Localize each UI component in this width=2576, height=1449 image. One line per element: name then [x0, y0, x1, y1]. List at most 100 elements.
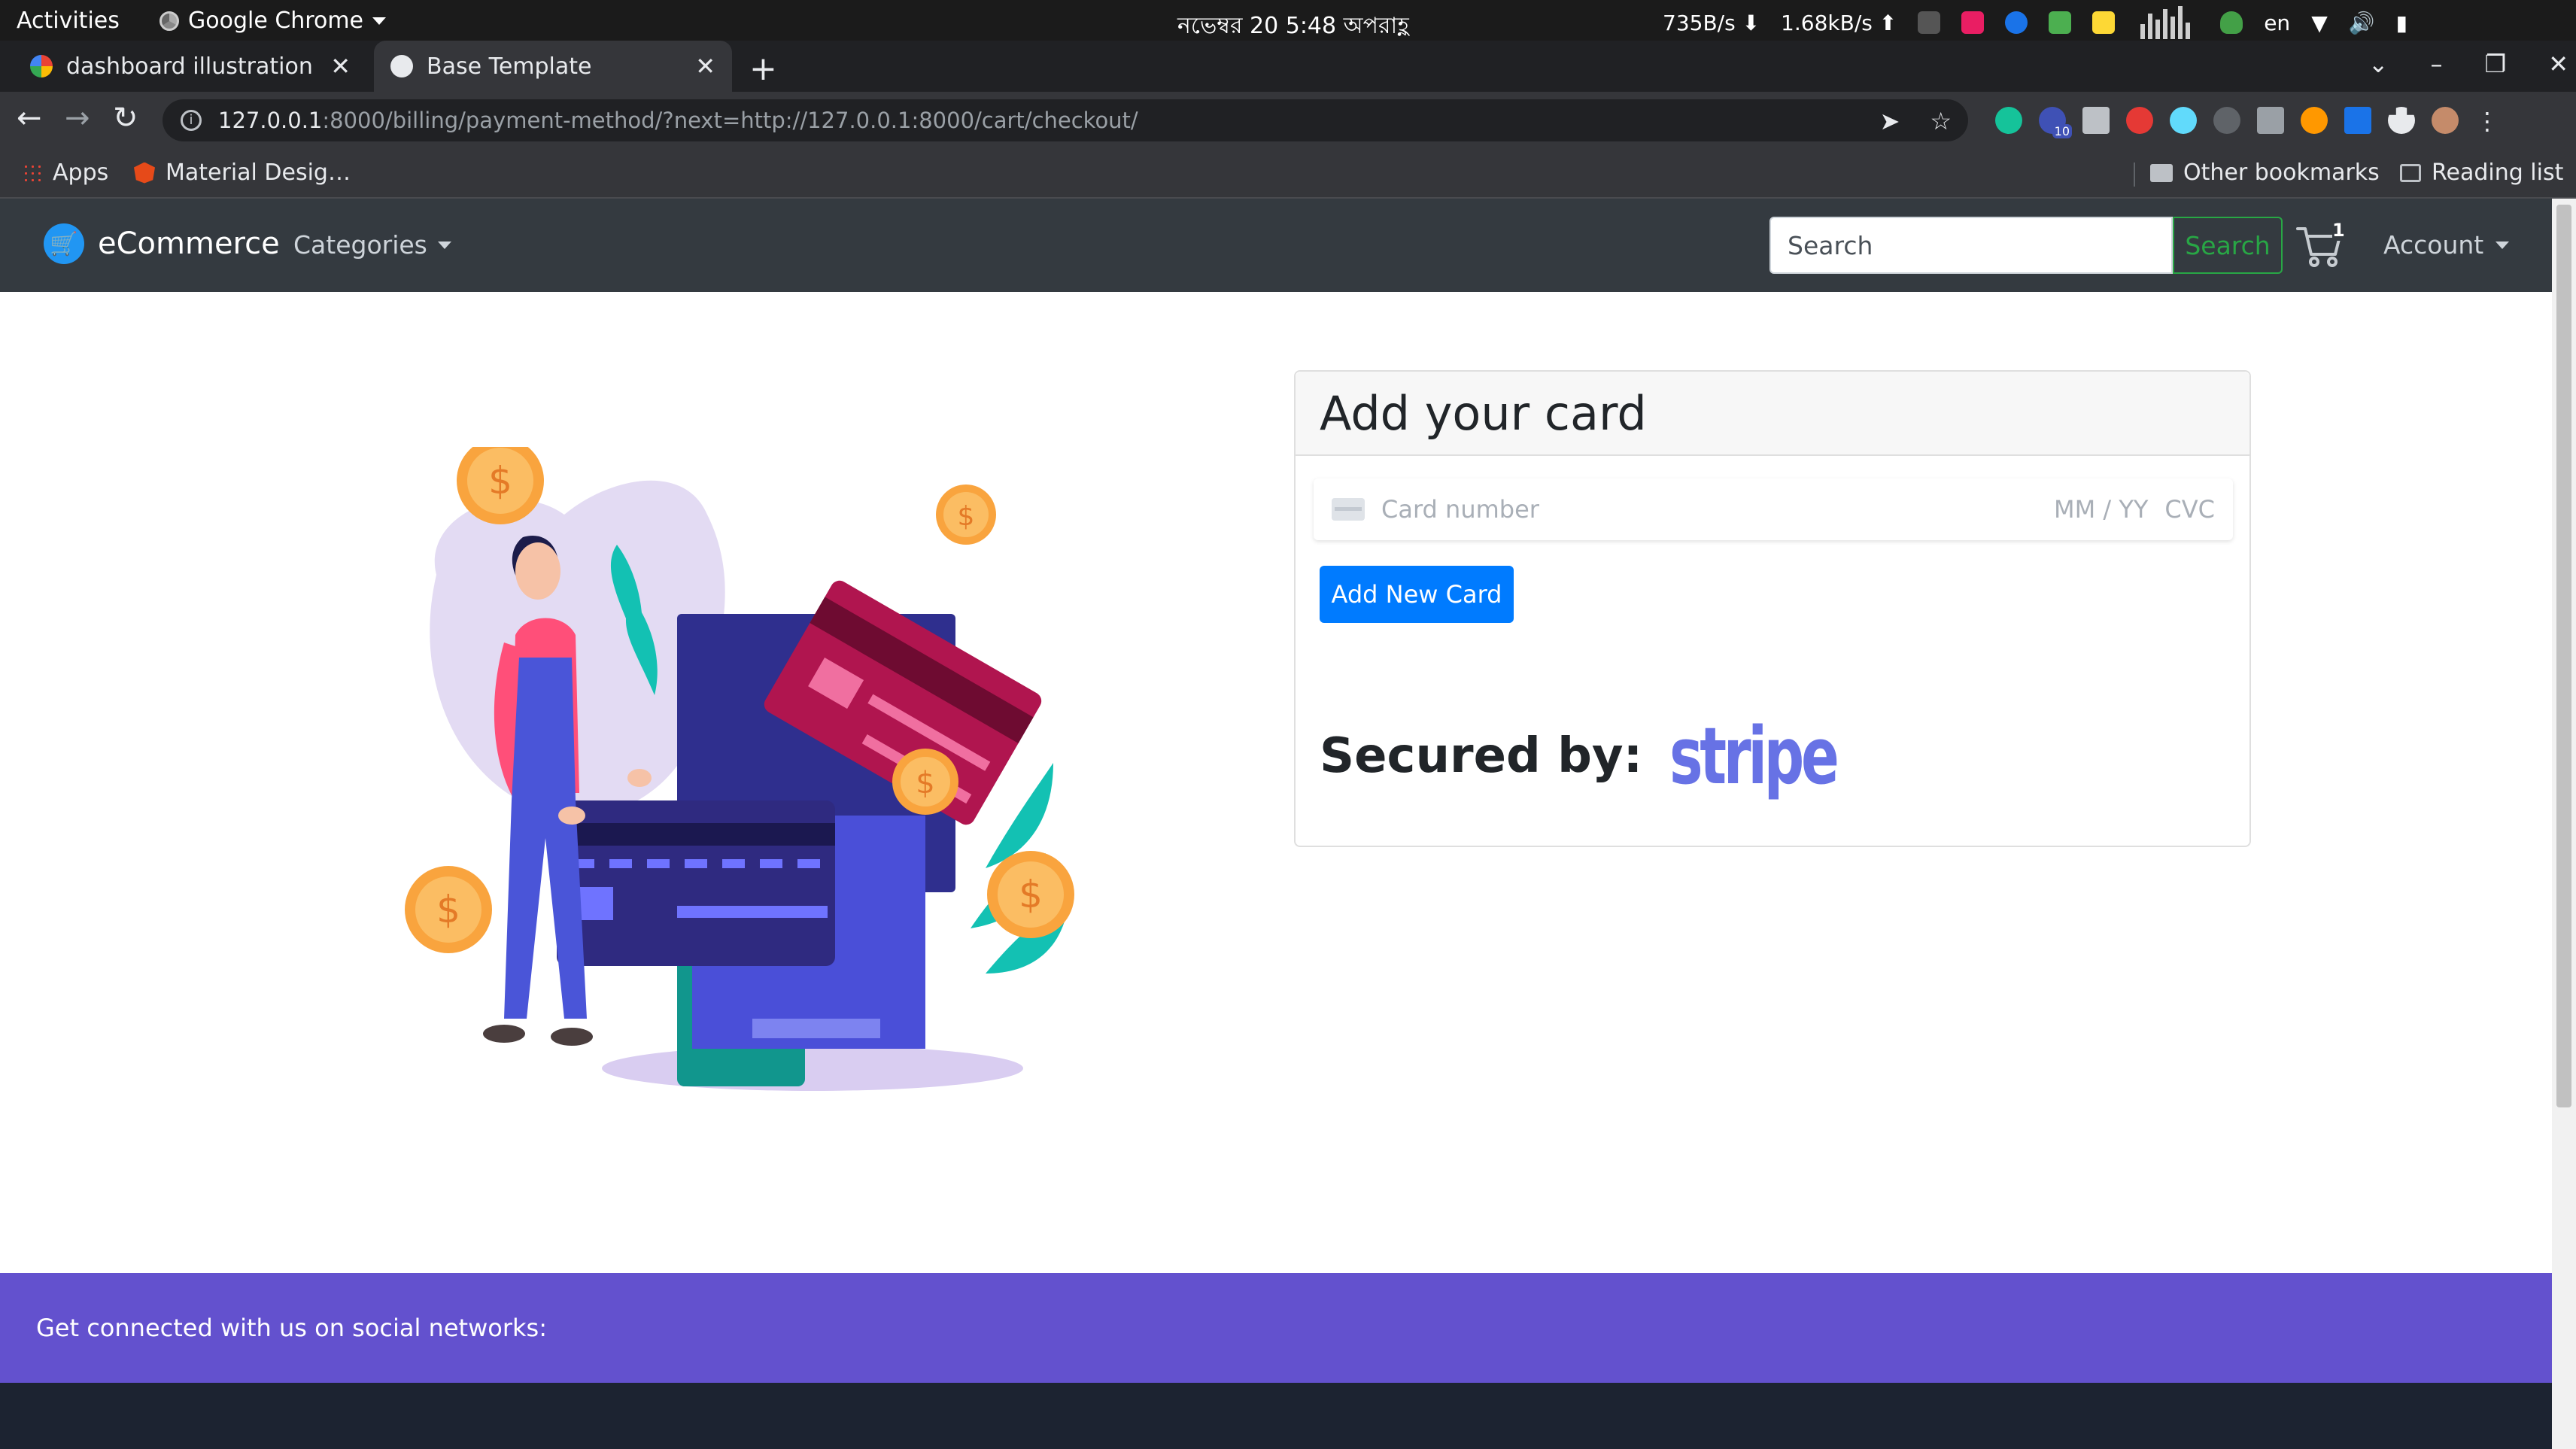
volume-icon[interactable]: 🔊 — [2349, 11, 2375, 35]
adblock-icon[interactable] — [2126, 107, 2153, 134]
puzzle-icon[interactable] — [2388, 107, 2415, 134]
react-devtools-icon[interactable] — [2170, 107, 2197, 134]
chevron-down-icon — [2496, 241, 2510, 249]
wifi-icon[interactable]: ▼ — [2311, 11, 2328, 35]
menu-kebab-icon[interactable]: ⋮ — [2475, 107, 2499, 135]
reading-list-icon — [2400, 163, 2421, 182]
new-tab-button[interactable]: + — [749, 50, 777, 88]
apps-grid-icon — [23, 163, 42, 183]
address-bar[interactable]: i 127.0.0.1:8000/billing/payment-method/… — [163, 99, 1968, 141]
folder-icon — [2150, 163, 2173, 182]
maximize-icon[interactable]: ❐ — [2485, 50, 2507, 78]
bookmark-star-icon[interactable]: ☆ — [1930, 107, 1952, 135]
card-element-input[interactable]: Card number MM / YY CVC — [1314, 478, 2233, 540]
extensions-area: 10 ⋮ — [1995, 107, 2499, 138]
account-dropdown[interactable]: Account — [2383, 230, 2510, 260]
bookmark-material-design[interactable]: Material Desig… — [134, 159, 351, 186]
card-number-field[interactable]: Card number — [1381, 495, 2054, 524]
omnibox-actions: ➤ ☆ — [1880, 107, 1952, 135]
close-icon[interactable]: ✕ — [330, 52, 351, 80]
add-card-panel: Add your card Card number MM / YY CVC Ad… — [1294, 370, 2251, 847]
bookmark-other[interactable]: Other bookmarks — [2150, 159, 2380, 186]
footer-main — [0, 1383, 2552, 1449]
net-down-speed: 735B/s ⬇ — [1663, 10, 1760, 35]
battery-icon[interactable]: ▮ — [2396, 11, 2407, 35]
card-panel-header: Add your card — [1296, 372, 2249, 456]
extension-badge-count: 10 — [2052, 124, 2072, 138]
footer-social-text: Get connected with us on social networks… — [36, 1314, 547, 1342]
account-label: Account — [2383, 230, 2484, 260]
brand-link[interactable]: 🛒 eCommerce — [44, 223, 280, 264]
extension-badge-icon[interactable]: 10 — [2039, 107, 2072, 138]
tray-app-icon[interactable] — [1918, 11, 1941, 34]
svg-text:$: $ — [436, 888, 460, 931]
system-top-bar: Activities Google Chrome নভেম্বর 20 5:48… — [0, 0, 2576, 41]
language-indicator[interactable]: en — [2264, 11, 2290, 35]
close-window-icon[interactable]: ✕ — [2548, 50, 2568, 78]
tray-app-icon-2[interactable] — [2049, 11, 2072, 34]
tab-title: dashboard illustration - Go — [66, 53, 317, 80]
site-info-icon[interactable]: i — [181, 110, 202, 131]
wordpress-icon[interactable] — [2213, 107, 2240, 134]
footer-social-bar: Get connected with us on social networks… — [0, 1273, 2552, 1383]
teamviewer-icon[interactable] — [2005, 11, 2028, 34]
svg-text:$: $ — [488, 459, 512, 503]
museum-icon[interactable] — [2082, 107, 2110, 134]
cart-link[interactable]: 1 — [2295, 220, 2355, 272]
system-tray: 735B/s ⬇ 1.68kB/s ⬆ en ▼ 🔊 ▮ — [1663, 6, 2407, 39]
categories-dropdown[interactable]: Categories — [293, 230, 451, 260]
web-page: 🛒 eCommerce Categories Search 1 Account — [0, 199, 2552, 1449]
search-input[interactable] — [1769, 217, 2173, 274]
page-title: Add your card — [1320, 385, 1647, 441]
card-cvc-field[interactable]: CVC — [2164, 495, 2215, 524]
site-navbar: 🛒 eCommerce Categories Search 1 Account — [0, 199, 2552, 292]
minimize-icon[interactable]: – — [2431, 50, 2443, 78]
url-path: :8000/billing/payment-method/?next=http:… — [322, 108, 1138, 133]
screenshot-icon[interactable] — [2257, 107, 2284, 134]
svg-text:$: $ — [916, 766, 934, 800]
search-button[interactable]: Search — [2173, 217, 2283, 274]
google-icon — [30, 55, 53, 77]
close-icon[interactable]: ✕ — [695, 52, 715, 80]
shield-icon[interactable] — [2220, 11, 2243, 34]
sticky-notes-icon[interactable] — [2092, 11, 2116, 34]
chevron-down-icon — [372, 17, 386, 25]
material-design-icon — [134, 162, 155, 184]
browser-toolbar: ← → ↻ i 127.0.0.1:8000/billing/payment-m… — [0, 92, 2576, 149]
app-menu[interactable]: Google Chrome — [159, 8, 386, 34]
scrollbar-thumb[interactable] — [2556, 205, 2571, 1107]
chrome-icon — [159, 11, 179, 31]
tab-base-template[interactable]: Base Template ✕ — [374, 41, 732, 92]
reading-list[interactable]: Reading list — [2400, 159, 2563, 186]
system-monitor-graph[interactable] — [2136, 6, 2200, 39]
secured-by-label: Secured by: — [1320, 728, 1643, 784]
translate-icon[interactable] — [2344, 107, 2371, 134]
brand-name: eCommerce — [98, 226, 280, 261]
card-expiry-field[interactable]: MM / YY — [2054, 495, 2148, 524]
jetbrains-icon[interactable] — [1961, 11, 1985, 34]
bookmark-label: Other bookmarks — [2183, 159, 2380, 186]
chevron-down-icon — [437, 241, 451, 249]
window-controls: ⌄ – ❐ ✕ — [2368, 50, 2568, 78]
back-arrow-icon[interactable]: ← — [17, 101, 42, 135]
tab-dashboard-illustration[interactable]: dashboard illustration - Go ✕ — [14, 41, 367, 92]
shopping-cart-logo-icon: 🛒 — [44, 223, 84, 264]
extension-orange-icon[interactable] — [2301, 107, 2328, 134]
activities-button[interactable]: Activities — [17, 8, 120, 34]
bookmarks-divider — [2134, 163, 2135, 187]
tab-search-icon[interactable]: ⌄ — [2368, 50, 2389, 78]
tab-strip: dashboard illustration - Go ✕ Base Templ… — [0, 41, 2576, 92]
add-new-card-button[interactable]: Add New Card — [1320, 566, 1514, 623]
send-to-device-icon[interactable]: ➤ — [1880, 107, 1900, 135]
svg-text:$: $ — [1019, 873, 1043, 916]
reload-icon[interactable]: ↻ — [113, 101, 138, 135]
profile-avatar[interactable] — [2432, 107, 2459, 134]
bookmark-label: Material Desig… — [166, 159, 351, 186]
secured-by-row: Secured by: stripe — [1320, 710, 1901, 802]
page-scrollbar[interactable] — [2552, 199, 2576, 1449]
forward-arrow-icon[interactable]: → — [65, 101, 90, 135]
bookmark-apps[interactable]: Apps — [23, 159, 108, 186]
bookmarks-bar: Apps Material Desig… Other bookmarks Rea… — [0, 149, 2576, 199]
grammarly-icon[interactable] — [1995, 107, 2022, 134]
bookmark-label: Apps — [53, 159, 109, 186]
